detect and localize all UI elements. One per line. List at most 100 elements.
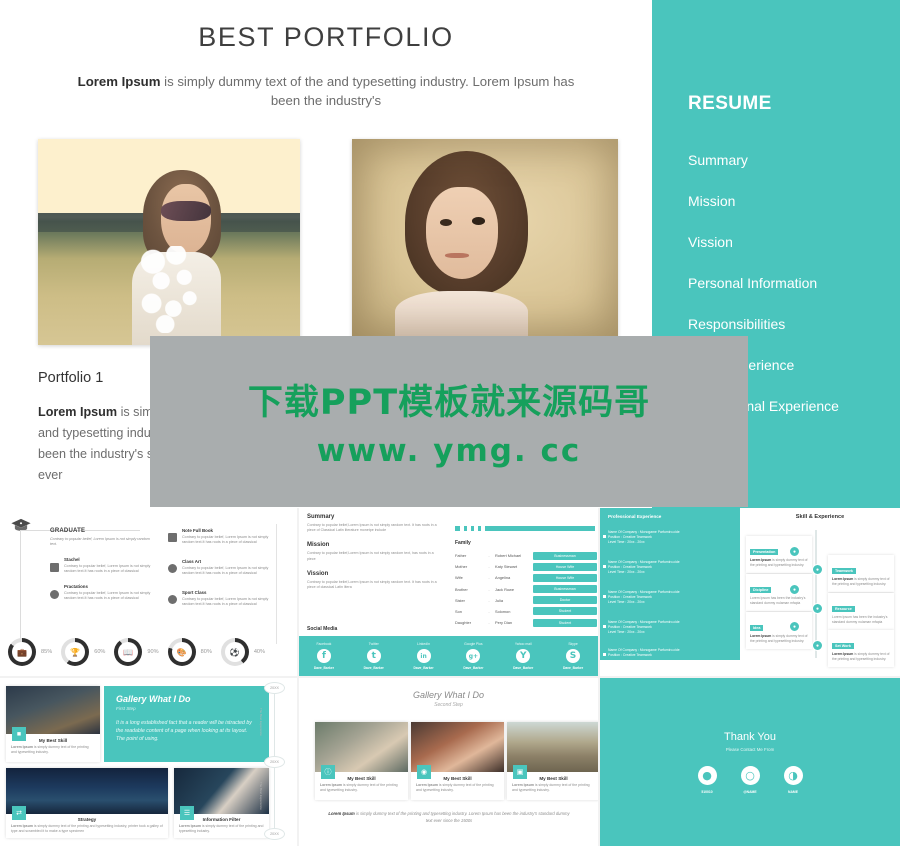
table-row: Son - Solomon Student: [455, 607, 597, 616]
thumbnail-graduate-slide[interactable]: GRADUATE Contrary to popular belief, Lor…: [0, 508, 297, 676]
graduate-item-text: Contrary to popular belief, Lorem Ipsum …: [182, 535, 269, 545]
family-role: Mother: [455, 564, 468, 570]
skype-icon: S: [566, 649, 581, 663]
family-name: Jack Rowe: [495, 586, 515, 592]
skill-text: Lorem Ipsum has been the industry's stan…: [750, 596, 806, 605]
social-network-label: Facebook: [316, 642, 332, 646]
thumbnail-gallery-first-step-slide[interactable]: ■ My Best Skill Lorem Ipsum is simply du…: [0, 678, 297, 846]
gallery2-footer-lead: Lorem Ipsum: [328, 811, 355, 816]
experience-value: Monogame Parfumiro.cide: [639, 648, 680, 652]
experience-label: Position: [608, 535, 621, 540]
graduate-heading: GRADUATE: [50, 528, 86, 534]
skill-ring-3: 📖 90%: [114, 638, 159, 666]
qq-icon: ●: [697, 765, 717, 785]
experience-value: 20xx - 20xx: [627, 540, 645, 545]
social-network-label: Google Plus: [464, 642, 483, 646]
family-dash: -: [488, 608, 490, 614]
experience-label: Level Time: [608, 630, 625, 635]
skill-card-presentation: Presentation Lorem Ipsum is simply dummy…: [746, 536, 812, 573]
experience-label: Level Time: [608, 600, 625, 605]
graduate-item-text: Contrary to popular belief, Lorem Ipsum …: [182, 596, 269, 607]
thumbnail-professional-experience-slide[interactable]: Professional Experience Name Of Company …: [600, 508, 900, 676]
sidebar-item-summary[interactable]: Summary: [688, 152, 898, 168]
graduate-item-text: Contrary to popular belief, Lorem Ipsum …: [64, 590, 151, 601]
gallery1-body: It is a long established fact that a rea…: [116, 720, 252, 742]
graduate-item-title: Practations: [64, 583, 88, 589]
social-item-googleplus[interactable]: Google Plus g+ Dave_Barker: [463, 642, 483, 670]
portfolio-photo-1: [38, 139, 300, 345]
experience-label: Name Of Company: [608, 590, 638, 594]
experience-label: Position: [608, 565, 621, 570]
social-item-twitter[interactable]: Twitter t Dave_Barker: [364, 642, 384, 670]
watermark-overlay: 下载PPT模板就来源码哥 www. ymg. cc: [150, 336, 748, 507]
contact-item-wechat[interactable]: ◑ NAME: [783, 765, 803, 794]
gallery1-card-information-filter: ☰ Information Filter Lorem Ipsum is simp…: [174, 768, 269, 838]
table-row: Daughter - Pery Dian Student: [455, 618, 597, 627]
graduate-left-column: GRADUATE Contrary to popular belief, Lor…: [50, 528, 155, 610]
watermark-chinese-text: 下载PPT模板就来源码哥: [247, 383, 651, 423]
experience-label: Position: [608, 625, 621, 630]
social-media-label: Social Media: [307, 626, 338, 632]
experience-value: Creative Teamwork: [622, 535, 652, 540]
ppt-template-preview-page: BEST PORTFOLIO Lorem Ipsum is simply dum…: [0, 0, 900, 846]
thumbnail-gallery-second-step-slide[interactable]: Gallery What I Do Second Step ⓘ My Best …: [299, 678, 598, 846]
graduate-right-column: Note Full Book Contrary to popular belie…: [168, 528, 273, 616]
experience-label: Name Of Company: [608, 530, 638, 534]
thumbnail-thank-you-slide[interactable]: Thank You Please Contact Me From ● 51001…: [600, 678, 900, 846]
thumbnail-grid: GRADUATE Contrary to popular belief, Lor…: [0, 508, 900, 846]
graduate-item-text: Contrary to popular belief, Lorem Ipsum …: [64, 563, 151, 574]
gallery1-headline-panel: Gallery What I Do First Step It is a lon…: [104, 686, 269, 762]
social-item-linkedin[interactable]: LinkedIn in Dave_Barker: [413, 642, 433, 670]
thank-you-heading: Thank You: [724, 730, 776, 743]
table-row: Brother - Jack Rowe Businessman: [455, 585, 597, 594]
timeline-node-idea: ●: [789, 621, 800, 632]
experience-value: Monogame Parfumiro.cide: [639, 560, 680, 564]
book-icon: 📖: [114, 638, 143, 666]
table-row: Mother - Katy Stewart House Wife: [455, 562, 597, 571]
contact-item-qq[interactable]: ● 510010: [697, 765, 717, 794]
facebook-icon: f: [316, 649, 331, 663]
gallery-card-title: My Best Skill: [38, 738, 68, 743]
social-handle: Dave_Barker: [513, 666, 534, 670]
ball-icon: [168, 594, 177, 604]
social-item-skype[interactable]: Skype S Dave_Barker: [563, 642, 583, 670]
gallery2-card-3: ▣ My Best Skill Lorem Ipsum is simply du…: [507, 722, 598, 800]
portfolio-photo-2: [352, 139, 618, 339]
social-item-yahoo[interactable]: Yahoo mail Y Dave_Barker: [513, 642, 533, 670]
hero-subtitle-rest: is simply dummy text of the and typesett…: [160, 74, 575, 108]
sidebar-item-personal-information[interactable]: Personal Information: [688, 275, 898, 291]
contact-item-weibo[interactable]: ○ @NAME: [740, 765, 760, 794]
family-dash: -: [488, 564, 490, 570]
year-marker: 20XX: [264, 828, 285, 840]
gallery-card-lead: Lorem Ipsum: [179, 824, 201, 828]
gallery2-header: Gallery What I Do Second Step: [299, 690, 598, 708]
gallery-card-lead: Lorem Ipsum: [11, 745, 33, 749]
sidebar-item-mission[interactable]: Mission: [688, 193, 898, 209]
skill-text: Lorem Ipsum has been the industry's stan…: [832, 615, 888, 624]
skill-ring-pct: 80%: [200, 649, 212, 655]
experience-value: 20xx - 20xx: [627, 570, 645, 575]
googleplus-icon: g+: [466, 649, 481, 663]
graduate-item-title: Note Full Book: [182, 528, 213, 533]
skill-tag: Resource: [832, 605, 855, 613]
thumbnail-summary-slide[interactable]: Summary Contrary to popular belief,Lorem…: [299, 508, 598, 676]
professional-experience-heading: Professional Experience: [608, 514, 662, 519]
social-handle: Dave_Barker: [463, 666, 484, 670]
hero-subtitle: Lorem Ipsum is simply dummy text of the …: [70, 72, 582, 110]
experience-entry: Name Of Company : Monogame Parfumiro.cid…: [603, 620, 680, 636]
social-item-facebook[interactable]: Facebook f Dave_Barker: [314, 642, 334, 670]
status-badge: House Wife: [533, 573, 597, 582]
year-marker: 20XX: [264, 682, 285, 694]
gallery-card-title: Information Filter: [202, 817, 241, 822]
social-network-label: LinkedIn: [417, 642, 430, 646]
experience-entry: Name Of Company : Monogame Parfumiro.cid…: [603, 648, 680, 658]
status-badge: Student: [533, 607, 597, 616]
family-role: Daughter: [455, 620, 472, 626]
experience-value: Creative Teamwork: [622, 565, 652, 570]
sidebar-item-vission[interactable]: Vission: [688, 234, 898, 250]
timeline-node-presentation: ●: [789, 546, 800, 557]
status-badge: Businessman: [533, 585, 597, 594]
sidebar-item-responsibilities[interactable]: Responsibilities: [688, 316, 898, 332]
gallery1-card-my-best-skill: ■ My Best Skill Lorem Ipsum is simply du…: [6, 686, 100, 762]
skill-card-dicipline: Dicipline Lorem Ipsum has been the indus…: [746, 574, 812, 611]
